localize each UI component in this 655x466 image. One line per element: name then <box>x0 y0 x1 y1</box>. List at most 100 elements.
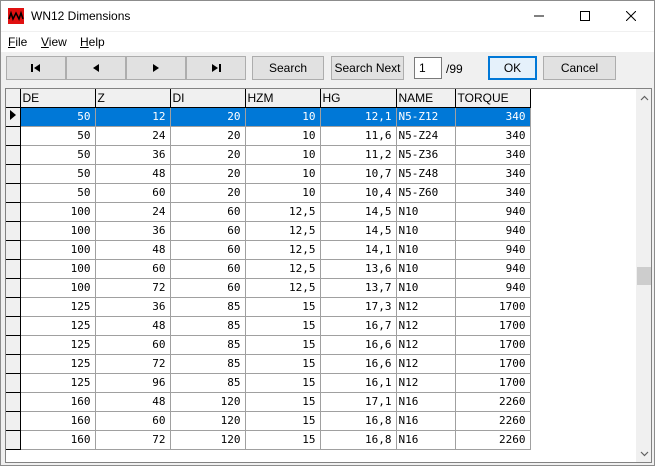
row-indicator[interactable] <box>6 411 21 431</box>
cell-torque[interactable]: 940 <box>455 202 531 222</box>
page-number-input[interactable] <box>414 57 442 79</box>
row-indicator[interactable] <box>6 373 21 393</box>
row-indicator[interactable] <box>6 221 21 241</box>
cell-de[interactable]: 125 <box>20 373 96 393</box>
cell-z[interactable]: 60 <box>95 259 171 279</box>
row-indicator[interactable] <box>6 297 21 317</box>
cancel-button[interactable]: Cancel <box>543 56 616 80</box>
row-indicator[interactable] <box>6 430 21 450</box>
cell-hzm[interactable]: 15 <box>245 430 321 450</box>
last-record-button[interactable] <box>186 56 246 80</box>
cell-de[interactable]: 50 <box>20 164 96 184</box>
table-row[interactable]: 50 24 20 10 11,6 N5-Z24 340 <box>6 126 531 146</box>
cell-name[interactable]: N12 <box>396 335 456 355</box>
table-row[interactable]: 125 96 85 15 16,1 N12 1700 <box>6 373 531 393</box>
cell-name[interactable]: N10 <box>396 259 456 279</box>
cell-hg[interactable]: 14,5 <box>320 221 397 241</box>
cell-torque[interactable]: 2260 <box>455 430 531 450</box>
cell-hzm[interactable]: 10 <box>245 164 321 184</box>
cell-z[interactable]: 12 <box>95 107 171 127</box>
cell-hg[interactable]: 11,6 <box>320 126 397 146</box>
table-row[interactable]: 50 60 20 10 10,4 N5-Z60 340 <box>6 183 531 203</box>
cell-de[interactable]: 100 <box>20 221 96 241</box>
cell-torque[interactable]: 340 <box>455 126 531 146</box>
cell-di[interactable]: 120 <box>170 411 246 431</box>
column-header-z[interactable]: Z <box>95 89 171 108</box>
table-row[interactable]: 160 60 120 15 16,8 N16 2260 <box>6 411 531 431</box>
close-button[interactable] <box>608 1 654 31</box>
next-record-button[interactable] <box>126 56 186 80</box>
cell-name[interactable]: N12 <box>396 316 456 336</box>
cell-name[interactable]: N10 <box>396 240 456 260</box>
cell-name[interactable]: N16 <box>396 430 456 450</box>
cell-name[interactable]: N12 <box>396 297 456 317</box>
menu-view[interactable]: View <box>41 35 67 49</box>
cell-z[interactable]: 36 <box>95 145 171 165</box>
row-indicator[interactable] <box>6 240 21 260</box>
cell-torque[interactable]: 1700 <box>455 335 531 355</box>
cell-name[interactable]: N5-Z12 <box>396 107 456 127</box>
table-row[interactable]: 125 36 85 15 17,3 N12 1700 <box>6 297 531 317</box>
cell-hg[interactable]: 14,1 <box>320 240 397 260</box>
row-indicator[interactable] <box>6 126 21 146</box>
cell-name[interactable]: N16 <box>396 392 456 412</box>
cell-de[interactable]: 160 <box>20 411 96 431</box>
row-indicator[interactable] <box>6 145 21 165</box>
cell-hzm[interactable]: 15 <box>245 411 321 431</box>
cell-name[interactable]: N10 <box>396 278 456 298</box>
previous-record-button[interactable] <box>66 56 126 80</box>
cell-di[interactable]: 85 <box>170 373 246 393</box>
cell-hg[interactable]: 16,8 <box>320 430 397 450</box>
vertical-scrollbar[interactable] <box>636 89 651 462</box>
cell-hzm[interactable]: 12,5 <box>245 221 321 241</box>
table-row[interactable]: 50 48 20 10 10,7 N5-Z48 340 <box>6 164 531 184</box>
cell-z[interactable]: 48 <box>95 164 171 184</box>
cell-name[interactable]: N5-Z36 <box>396 145 456 165</box>
cell-di[interactable]: 60 <box>170 202 246 222</box>
cell-hzm[interactable]: 15 <box>245 354 321 374</box>
cell-name[interactable]: N5-Z24 <box>396 126 456 146</box>
cell-de[interactable]: 160 <box>20 392 96 412</box>
cell-name[interactable]: N12 <box>396 354 456 374</box>
menu-help[interactable]: Help <box>80 35 105 49</box>
cell-z[interactable]: 72 <box>95 354 171 374</box>
table-row[interactable]: 50 36 20 10 11,2 N5-Z36 340 <box>6 145 531 165</box>
cell-de[interactable]: 50 <box>20 145 96 165</box>
cell-hzm[interactable]: 15 <box>245 392 321 412</box>
row-indicator[interactable] <box>6 354 21 374</box>
table-row[interactable]: 50 12 20 10 12,1 N5-Z12 340 <box>6 107 531 127</box>
row-indicator[interactable] <box>6 259 21 279</box>
column-header-de[interactable]: DE <box>20 89 96 108</box>
cell-torque[interactable]: 2260 <box>455 411 531 431</box>
table-row[interactable]: 125 60 85 15 16,6 N12 1700 <box>6 335 531 355</box>
cell-de[interactable]: 100 <box>20 240 96 260</box>
cell-torque[interactable]: 1700 <box>455 354 531 374</box>
cell-hg[interactable]: 14,5 <box>320 202 397 222</box>
cell-hzm[interactable]: 10 <box>245 183 321 203</box>
cell-hzm[interactable]: 12,5 <box>245 240 321 260</box>
maximize-button[interactable] <box>562 1 608 31</box>
row-indicator[interactable] <box>6 392 21 412</box>
cell-hzm[interactable]: 10 <box>245 107 321 127</box>
cell-torque[interactable]: 940 <box>455 221 531 241</box>
cell-di[interactable]: 20 <box>170 145 246 165</box>
cell-di[interactable]: 85 <box>170 297 246 317</box>
row-indicator[interactable] <box>6 278 21 298</box>
cell-name[interactable]: N5-Z60 <box>396 183 456 203</box>
cell-di[interactable]: 20 <box>170 107 246 127</box>
cell-di[interactable]: 85 <box>170 354 246 374</box>
cell-z[interactable]: 60 <box>95 411 171 431</box>
cell-name[interactable]: N12 <box>396 373 456 393</box>
cell-hg[interactable]: 11,2 <box>320 145 397 165</box>
cell-z[interactable]: 36 <box>95 221 171 241</box>
cell-z[interactable]: 48 <box>95 316 171 336</box>
cell-z[interactable]: 72 <box>95 430 171 450</box>
cell-di[interactable]: 20 <box>170 164 246 184</box>
cell-di[interactable]: 120 <box>170 392 246 412</box>
cell-name[interactable]: N10 <box>396 202 456 222</box>
cell-name[interactable]: N16 <box>396 411 456 431</box>
cell-hzm[interactable]: 12,5 <box>245 202 321 222</box>
cell-hg[interactable]: 16,7 <box>320 316 397 336</box>
cell-name[interactable]: N5-Z48 <box>396 164 456 184</box>
cell-hg[interactable]: 16,1 <box>320 373 397 393</box>
